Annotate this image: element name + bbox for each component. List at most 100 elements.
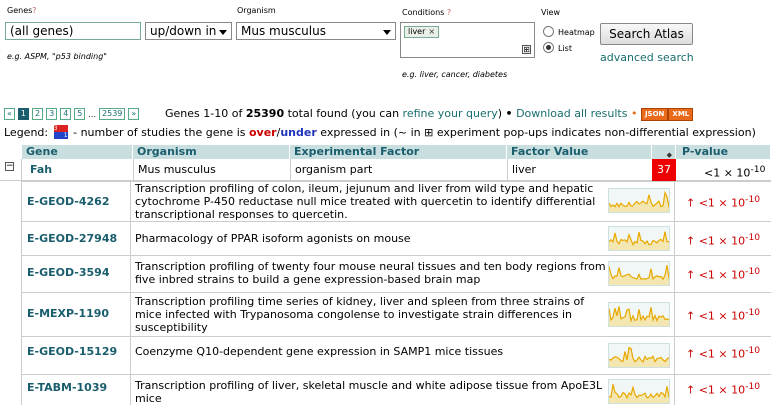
page-button[interactable]: 3	[46, 108, 58, 120]
page-button[interactable]: 2	[32, 108, 44, 120]
conditions-hint: e.g. liver, cancer, diabetes	[402, 70, 508, 79]
genes-help-icon[interactable]: ?	[32, 6, 36, 15]
genes-label: Genes?	[7, 6, 37, 15]
gene-row[interactable]: Fah Mus musculus organism part liver 37 …	[0, 159, 771, 181]
sparkline-chart	[609, 346, 669, 367]
genes-input[interactable]: (all genes)	[5, 22, 141, 40]
experiment-row[interactable]: E-GEOD-4262 Transcription profiling of co…	[22, 181, 771, 221]
organism-label: Organism	[237, 6, 276, 15]
experiment-accession-link[interactable]: E-MEXP-1190	[27, 307, 109, 320]
page-prev-button[interactable]: «	[4, 108, 15, 120]
experiment-title: Coenzyme Q10-dependent gene expression i…	[135, 345, 504, 358]
column-divider	[674, 182, 675, 221]
page-button[interactable]: 5	[74, 108, 86, 120]
download-link[interactable]: Download all results	[516, 107, 627, 120]
gene-factor-value: liver	[507, 159, 652, 181]
chevron-down-icon	[219, 30, 227, 35]
pvalue-column-header[interactable]: P-value	[676, 145, 771, 159]
expression-sparkline[interactable]	[608, 343, 670, 368]
gene-factor: organism part	[290, 159, 507, 181]
column-divider	[674, 375, 675, 405]
view-heatmap-label: Heatmap	[558, 28, 595, 37]
column-divider	[674, 222, 675, 255]
experiment-pvalue: ↑ <1 × 10-10	[686, 307, 761, 323]
experiment-accession-link[interactable]: E-GEOD-15129	[27, 345, 117, 358]
legend: Legend: 31 - number of studies the gene …	[4, 125, 756, 139]
view-heatmap-radio[interactable]	[543, 26, 554, 37]
expression-sparkline[interactable]	[608, 379, 670, 404]
column-divider	[130, 375, 131, 405]
experiment-row[interactable]: E-GEOD-27948 Pharmacology of PPAR isoform…	[22, 221, 771, 255]
experiment-title: Transcription profiling time series of k…	[135, 295, 585, 334]
page-ellipsis: ...	[88, 109, 97, 119]
page-button[interactable]: 1	[17, 108, 29, 120]
experiment-accession-link[interactable]: E-TABM-1039	[27, 381, 107, 394]
conditions-input[interactable]: liver × ⊞	[400, 22, 535, 58]
chevron-down-icon	[383, 30, 391, 35]
condition-tag: liver ×	[404, 26, 440, 38]
experiment-pvalue: ↑ <1 × 10-10	[686, 345, 761, 361]
study-count-badge[interactable]: 37	[652, 159, 676, 181]
experiment-row[interactable]: E-GEOD-15129 Coenzyme Q10-dependent gene …	[22, 336, 771, 374]
experiment-accession-link[interactable]: E-GEOD-27948	[27, 232, 117, 245]
gene-pvalue: <1 × 10-10	[704, 164, 766, 180]
column-divider	[674, 293, 675, 336]
experiment-row[interactable]: E-GEOD-3594 Transcription profiling of tw…	[22, 255, 771, 292]
results-summary: Genes 1-10 of 25390 total found (you can…	[165, 107, 694, 121]
page-last-button[interactable]: 2539	[99, 108, 126, 120]
json-export-button[interactable]: JSON	[640, 108, 669, 121]
regulation-select[interactable]: up/down in	[145, 22, 232, 40]
sparkline-chart	[609, 190, 669, 212]
experiment-row[interactable]: E-MEXP-1190 Transcription profiling time …	[22, 292, 771, 336]
page-next-button[interactable]: »	[128, 108, 140, 120]
factor-column-header[interactable]: Experimental Factor	[290, 145, 507, 159]
experiment-pvalue: ↑ <1 × 10-10	[686, 232, 761, 248]
expression-sparkline[interactable]	[608, 226, 670, 251]
expression-sparkline[interactable]	[608, 261, 670, 286]
column-divider	[674, 337, 675, 374]
experiment-title: Transcription profiling of colon, ileum,…	[135, 182, 596, 221]
sparkline-area	[609, 192, 669, 212]
xml-export-button[interactable]: XML	[668, 108, 694, 121]
refine-query-link[interactable]: refine your query	[403, 107, 498, 120]
advanced-search-link[interactable]: advanced search	[600, 51, 694, 64]
experiment-title: Transcription profiling of liver, skelet…	[135, 379, 603, 405]
gene-column-header[interactable]: Gene	[22, 145, 133, 159]
column-divider	[130, 293, 131, 336]
column-divider	[674, 256, 675, 292]
bullet: •	[505, 107, 513, 120]
sparkline-chart	[609, 265, 669, 285]
experiment-accession-link[interactable]: E-GEOD-3594	[27, 266, 110, 279]
page-button[interactable]: 4	[60, 108, 72, 120]
column-divider	[130, 182, 131, 221]
experiment-title: Pharmacology of PPAR isoform agonists on…	[135, 232, 411, 245]
expression-sparkline[interactable]	[608, 188, 670, 213]
experiment-row[interactable]: E-TABM-1039 Transcription profiling of li…	[22, 374, 771, 405]
total-count: 25390	[245, 107, 285, 120]
view-label: View	[541, 8, 560, 17]
experiment-title: Transcription profiling of twenty four m…	[135, 260, 606, 286]
column-divider	[130, 256, 131, 292]
experiment-pvalue: ↑ <1 × 10-10	[686, 266, 761, 282]
sparkline-chart	[609, 231, 669, 250]
organism-column-header[interactable]: Organism	[133, 145, 290, 159]
experiment-accession-link[interactable]: E-GEOD-4262	[27, 195, 110, 208]
bullet: •	[630, 107, 638, 120]
gene-organism: Mus musculus	[133, 159, 290, 181]
factor-value-column-header[interactable]: Factor Value	[507, 145, 652, 159]
updown-count-icon: 31	[53, 125, 68, 139]
view-list-radio[interactable]	[543, 42, 554, 53]
sparkline-chart	[609, 306, 669, 326]
conditions-help-icon[interactable]: ?	[447, 8, 451, 17]
gene-name[interactable]: Fah	[26, 159, 133, 181]
search-atlas-button[interactable]: Search Atlas	[600, 23, 693, 45]
expand-conditions-icon[interactable]: ⊞	[522, 45, 531, 54]
organism-select[interactable]: Mus musculus	[236, 22, 396, 40]
conditions-label: Conditions ?	[402, 8, 452, 17]
count-column-header[interactable]: ◆	[652, 145, 676, 159]
pagination: « 1 2 3 4 5 ... 2539 »	[4, 107, 140, 121]
remove-tag-icon[interactable]: ×	[428, 27, 435, 36]
experiment-pvalue: ↑ <1 × 10-10	[686, 194, 761, 210]
column-divider	[130, 337, 131, 374]
expression-sparkline[interactable]	[608, 302, 670, 327]
